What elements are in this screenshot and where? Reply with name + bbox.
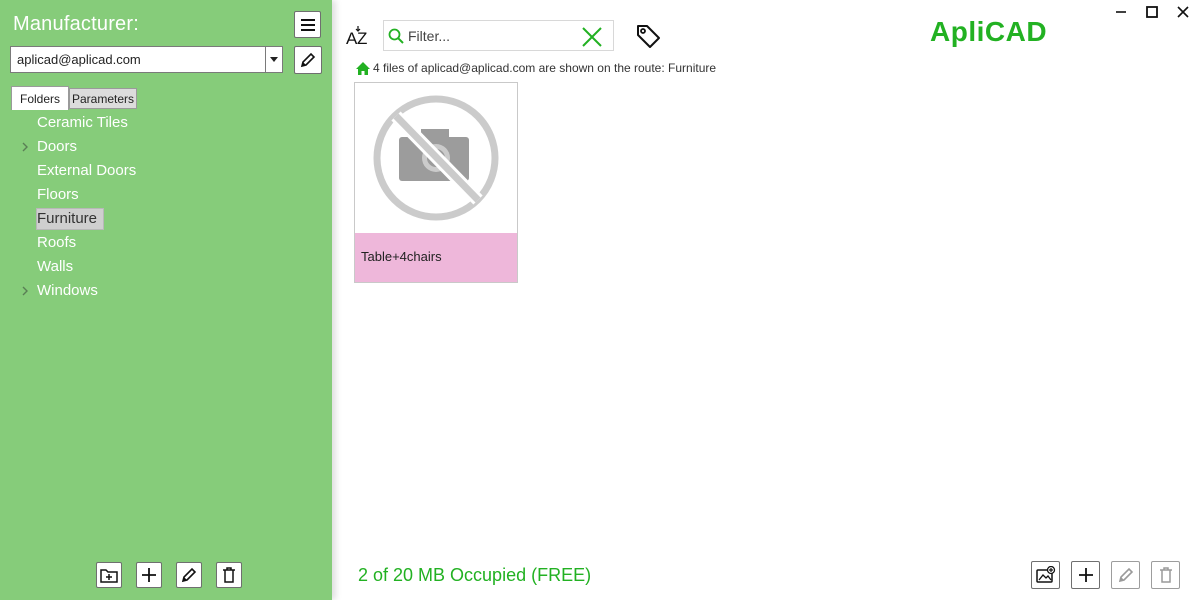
pencil-icon xyxy=(181,567,197,583)
no-image-icon xyxy=(373,95,499,221)
account-select[interactable]: aplicad@aplicad.com xyxy=(10,46,283,73)
file-label-bar: Table+4chairs xyxy=(355,233,517,282)
folder-item-furniture[interactable]: Furniture xyxy=(36,208,104,230)
tag-icon[interactable] xyxy=(634,22,662,50)
svg-text:Z: Z xyxy=(357,29,367,48)
close-window-button[interactable] xyxy=(1173,3,1193,21)
folder-item-roofs[interactable]: Roofs xyxy=(36,232,77,254)
maximize-button[interactable] xyxy=(1142,3,1162,21)
tab-parameters[interactable]: Parameters xyxy=(69,88,137,109)
minimize-button[interactable] xyxy=(1111,3,1131,21)
add-button[interactable] xyxy=(136,562,162,588)
minimize-icon xyxy=(1116,11,1126,13)
app-logo: ApliCAD xyxy=(930,16,1048,47)
folder-item-doors[interactable]: Doors xyxy=(36,136,78,158)
delete-button[interactable] xyxy=(216,562,242,588)
route-info: 4 files of aplicad@aplicad.com are shown… xyxy=(356,60,716,76)
folder-item-external-doors[interactable]: External Doors xyxy=(36,160,137,182)
route-text: 4 files of aplicad@aplicad.com are shown… xyxy=(373,61,717,75)
add-image-icon xyxy=(1035,566,1055,583)
trash-icon xyxy=(1159,567,1172,583)
maximize-icon xyxy=(1146,6,1158,18)
edit-account-button[interactable] xyxy=(294,46,322,74)
new-folder-icon xyxy=(100,569,118,583)
chevron-down-icon[interactable] xyxy=(265,47,282,72)
tab-folders[interactable]: Folders xyxy=(11,86,69,110)
delete-file-button[interactable] xyxy=(1151,561,1180,589)
edit-button[interactable] xyxy=(176,562,202,588)
pencil-icon xyxy=(300,52,316,68)
sort-az-icon: A Z xyxy=(346,26,367,48)
trash-icon xyxy=(223,567,235,583)
add-file-button[interactable] xyxy=(1031,561,1060,589)
storage-status: 2 of 20 MB Occupied (FREE) xyxy=(358,565,592,585)
sidebar: Manufacturer: aplicad@aplicad.com Folder… xyxy=(0,0,332,600)
edit-file-button[interactable] xyxy=(1111,561,1140,589)
menu-button[interactable] xyxy=(294,11,321,38)
file-name: Table+4chairs xyxy=(361,249,442,264)
folder-item-floors[interactable]: Floors xyxy=(36,184,80,206)
chevron-right-icon[interactable] xyxy=(20,280,30,302)
close-icon[interactable] xyxy=(580,25,604,49)
plus-icon xyxy=(1078,568,1093,582)
hamburger-icon xyxy=(300,18,315,31)
new-folder-button[interactable] xyxy=(96,562,122,588)
folder-item-walls[interactable]: Walls xyxy=(36,256,74,278)
home-icon[interactable] xyxy=(356,61,370,75)
sidebar-title: Manufacturer: xyxy=(13,13,139,35)
plus-icon xyxy=(142,568,156,582)
search-icon xyxy=(388,28,404,44)
close-icon xyxy=(1177,6,1189,18)
filter-box xyxy=(383,20,614,51)
account-select-value: aplicad@aplicad.com xyxy=(17,52,141,67)
chevron-right-icon[interactable] xyxy=(20,136,30,158)
folder-item-windows[interactable]: Windows xyxy=(36,280,99,302)
filter-input[interactable] xyxy=(408,26,578,46)
file-card[interactable]: Table+4chairs xyxy=(354,82,518,283)
sort-az-button[interactable]: A Z xyxy=(344,22,372,50)
add-item-button[interactable] xyxy=(1071,561,1100,589)
folder-item-ceramic-tiles[interactable]: Ceramic Tiles xyxy=(36,112,129,134)
pencil-icon xyxy=(1118,567,1133,583)
